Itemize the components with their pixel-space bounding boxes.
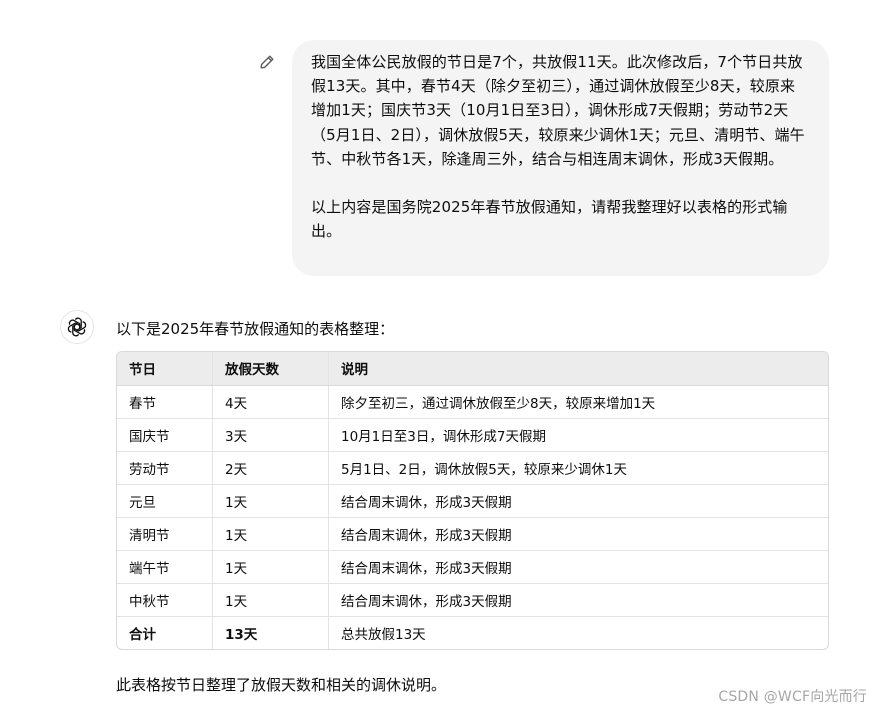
cell-holiday: 劳动节 [117, 451, 213, 484]
cell-days: 1天 [212, 517, 329, 550]
cell-note: 5月1日、2日，调休放假5天，较原来少调休1天 [341, 461, 627, 478]
cell-note: 除夕至初三，通过调休放假至少8天，较原来增加1天 [341, 395, 656, 412]
cell-days: 1天 [212, 550, 329, 583]
cell-days: 2天 [212, 451, 329, 484]
assistant-avatar [60, 310, 94, 344]
cell-note: 10月1日至3日，调休形成7天假期 [341, 428, 546, 445]
chat-page: 我国全体公民放假的节日是7个，共放假11天。此次修改后，7个节日共放假13天。其… [0, 0, 873, 712]
header-holiday: 节日 [117, 352, 213, 386]
cell-days: 3天 [212, 418, 329, 451]
cell-holiday: 端午节 [117, 550, 213, 583]
holiday-table: 节日 放假天数 说明 春节 4天 除夕至初三，通过调休放假至少8天，较原来增加1… [116, 351, 829, 650]
table-row: 端午节 1天 结合周末调休，形成3天假期 [117, 550, 828, 583]
table-row: 清明节 1天 结合周末调休，形成3天假期 [117, 517, 828, 550]
total-note: 总共放假13天 [341, 626, 426, 643]
chatgpt-logo-icon [67, 317, 87, 337]
table-row: 劳动节 2天 5月1日、2日，调休放假5天，较原来少调休1天 [117, 451, 828, 484]
table-row: 元旦 1天 结合周末调休，形成3天假期 [117, 484, 828, 517]
cell-days: 1天 [212, 583, 329, 616]
cell-days: 1天 [212, 484, 329, 517]
user-message-bubble: 我国全体公民放假的节日是7个，共放假11天。此次修改后，7个节日共放假13天。其… [292, 40, 829, 276]
user-message-paragraph: 以上内容是国务院2025年春节放假通知，请帮我整理好以表格的形式输出。 [311, 198, 788, 241]
table-total-row: 合计 13天 总共放假13天 [117, 616, 828, 649]
table-row: 春节 4天 除夕至初三，通过调休放假至少8天，较原来增加1天 [117, 385, 828, 418]
watermark: CSDN @WCF向光而行 [718, 689, 867, 705]
cell-holiday: 春节 [117, 385, 213, 418]
total-label: 合计 [117, 616, 213, 649]
header-note: 说明 [328, 352, 828, 386]
table-header-row: 节日 放假天数 说明 [117, 352, 828, 386]
assistant-intro-text: 以下是2025年春节放假通知的表格整理： [116, 320, 395, 338]
cell-days: 4天 [212, 385, 329, 418]
table-row: 国庆节 3天 10月1日至3日，调休形成7天假期 [117, 418, 828, 451]
cell-holiday: 中秋节 [117, 583, 213, 616]
cell-holiday: 元旦 [117, 484, 213, 517]
edit-message-button[interactable] [257, 52, 277, 72]
cell-note: 结合周末调休，形成3天假期 [341, 494, 512, 511]
table-row: 中秋节 1天 结合周末调休，形成3天假期 [117, 583, 828, 616]
total-days: 13天 [212, 616, 329, 649]
pencil-icon [260, 55, 274, 69]
cell-note: 结合周末调休，形成3天假期 [341, 527, 512, 544]
cell-holiday: 国庆节 [117, 418, 213, 451]
user-message-paragraph: 我国全体公民放假的节日是7个，共放假11天。此次修改后，7个节日共放假13天。其… [311, 53, 805, 168]
header-days: 放假天数 [212, 352, 329, 386]
cell-note: 结合周末调休，形成3天假期 [341, 560, 512, 577]
cell-note: 结合周末调休，形成3天假期 [341, 593, 512, 610]
assistant-outro-text: 此表格按节日整理了放假天数和相关的调休说明。 [116, 676, 447, 694]
cell-holiday: 清明节 [117, 517, 213, 550]
